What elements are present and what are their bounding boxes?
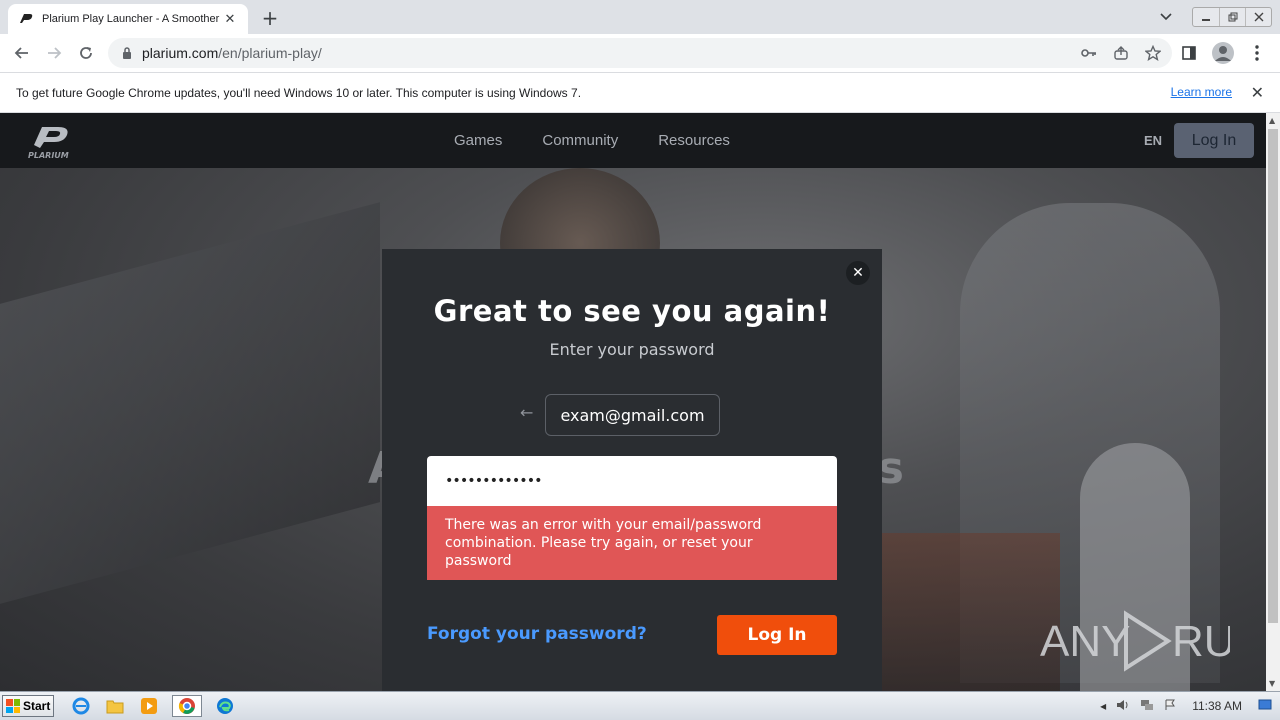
update-infobar: To get future Google Chrome updates, you… xyxy=(0,72,1280,113)
header-login-button[interactable]: Log In xyxy=(1174,123,1254,158)
url-text[interactable]: plarium.com/en/plarium-play/ xyxy=(142,45,322,61)
tab-search-icon[interactable] xyxy=(1154,5,1178,29)
forgot-password-link[interactable]: Forgot your password? xyxy=(427,624,647,644)
modal-title: Great to see you again! xyxy=(433,294,831,328)
login-error-message: There was an error with your email/passw… xyxy=(427,506,837,580)
plarium-favicon-icon xyxy=(18,11,34,27)
tab-close-icon[interactable]: ✕ xyxy=(222,11,238,27)
chrome-icon[interactable] xyxy=(172,695,202,717)
scroll-down-icon[interactable]: ▼ xyxy=(1269,679,1275,688)
new-tab-button[interactable]: + xyxy=(258,6,282,30)
email-chip[interactable]: exam@gmail.com xyxy=(545,394,720,436)
anyrun-watermark: ANY RUN xyxy=(1040,610,1230,672)
start-button[interactable]: Start xyxy=(2,695,54,717)
modal-subtitle: Enter your password xyxy=(549,340,715,359)
file-explorer-icon[interactable] xyxy=(104,695,126,717)
network-icon[interactable] xyxy=(1140,699,1154,714)
language-selector[interactable]: EN xyxy=(1144,133,1162,148)
tab-strip: Plarium Play Launcher - A Smoother ✕ + xyxy=(0,0,1280,34)
windows-taskbar: Start ◂ 11:38 AM xyxy=(0,691,1280,720)
background-dragon-wing xyxy=(0,202,380,604)
tray-expand-icon[interactable]: ◂ xyxy=(1100,699,1106,713)
modal-login-button[interactable]: Log In xyxy=(717,615,837,655)
restore-icon[interactable] xyxy=(1219,8,1245,26)
window-controls xyxy=(1154,0,1280,34)
menu-kebab-icon[interactable] xyxy=(1246,42,1268,64)
browser-tab[interactable]: Plarium Play Launcher - A Smoother ✕ xyxy=(8,4,248,34)
action-center-flag-icon[interactable] xyxy=(1164,699,1176,714)
show-desktop-icon[interactable] xyxy=(1258,699,1272,714)
nav-resources[interactable]: Resources xyxy=(658,132,730,149)
svg-text:ANY: ANY xyxy=(1040,617,1130,666)
window-close-icon[interactable] xyxy=(1245,8,1271,26)
plarium-logo[interactable]: PLARIUM xyxy=(26,121,76,161)
windows-logo-icon xyxy=(6,699,20,713)
side-panel-icon[interactable] xyxy=(1178,42,1200,64)
profile-avatar-icon[interactable] xyxy=(1212,42,1234,64)
modal-close-icon[interactable]: ✕ xyxy=(846,261,870,285)
nav-community[interactable]: Community xyxy=(542,132,618,149)
minimize-icon[interactable] xyxy=(1193,8,1219,26)
omnibox-actions xyxy=(1080,38,1162,68)
password-field[interactable] xyxy=(427,456,837,506)
reload-icon[interactable] xyxy=(70,37,102,69)
browser-toolbar: plarium.com/en/plarium-play/ xyxy=(0,34,1280,72)
lock-icon[interactable] xyxy=(120,46,134,60)
toolbar-right xyxy=(1178,38,1268,68)
tab-title: Plarium Play Launcher - A Smoother xyxy=(42,13,220,25)
svg-text:PLARIUM: PLARIUM xyxy=(28,151,69,160)
internet-explorer-icon[interactable] xyxy=(70,695,92,717)
scroll-thumb[interactable] xyxy=(1268,129,1278,623)
page-scrollbar[interactable]: ▲ ▼ xyxy=(1266,113,1280,691)
back-arrow-icon[interactable]: ← xyxy=(520,403,533,422)
web-page: A rs PLARIUM Games Community Resources E… xyxy=(0,113,1266,691)
edge-icon[interactable] xyxy=(214,695,236,717)
infobar-close-icon[interactable]: ✕ xyxy=(1251,83,1264,102)
svg-text:RUN: RUN xyxy=(1172,617,1230,666)
nav-games[interactable]: Games xyxy=(454,132,502,149)
forward-icon[interactable] xyxy=(38,37,70,69)
media-player-icon[interactable] xyxy=(138,695,160,717)
infobar-message: To get future Google Chrome updates, you… xyxy=(16,85,582,100)
volume-icon[interactable] xyxy=(1116,699,1130,714)
key-icon[interactable] xyxy=(1080,44,1098,62)
share-icon[interactable] xyxy=(1112,44,1130,62)
site-header: PLARIUM Games Community Resources EN Log… xyxy=(0,113,1266,168)
system-tray: ◂ 11:38 AM xyxy=(1100,695,1280,717)
address-bar[interactable]: plarium.com/en/plarium-play/ xyxy=(108,38,1172,68)
taskbar-clock[interactable]: 11:38 AM xyxy=(1192,699,1242,713)
taskbar-pinned xyxy=(70,695,236,717)
window-buttons xyxy=(1192,7,1272,27)
login-modal: ✕ Great to see you again! Enter your pas… xyxy=(382,249,882,691)
site-nav: Games Community Resources xyxy=(454,113,730,168)
bookmark-star-icon[interactable] xyxy=(1144,44,1162,62)
start-label: Start xyxy=(23,699,51,713)
learn-more-link[interactable]: Learn more xyxy=(1171,85,1232,99)
back-icon[interactable] xyxy=(6,37,38,69)
scroll-up-icon[interactable]: ▲ xyxy=(1269,116,1275,125)
